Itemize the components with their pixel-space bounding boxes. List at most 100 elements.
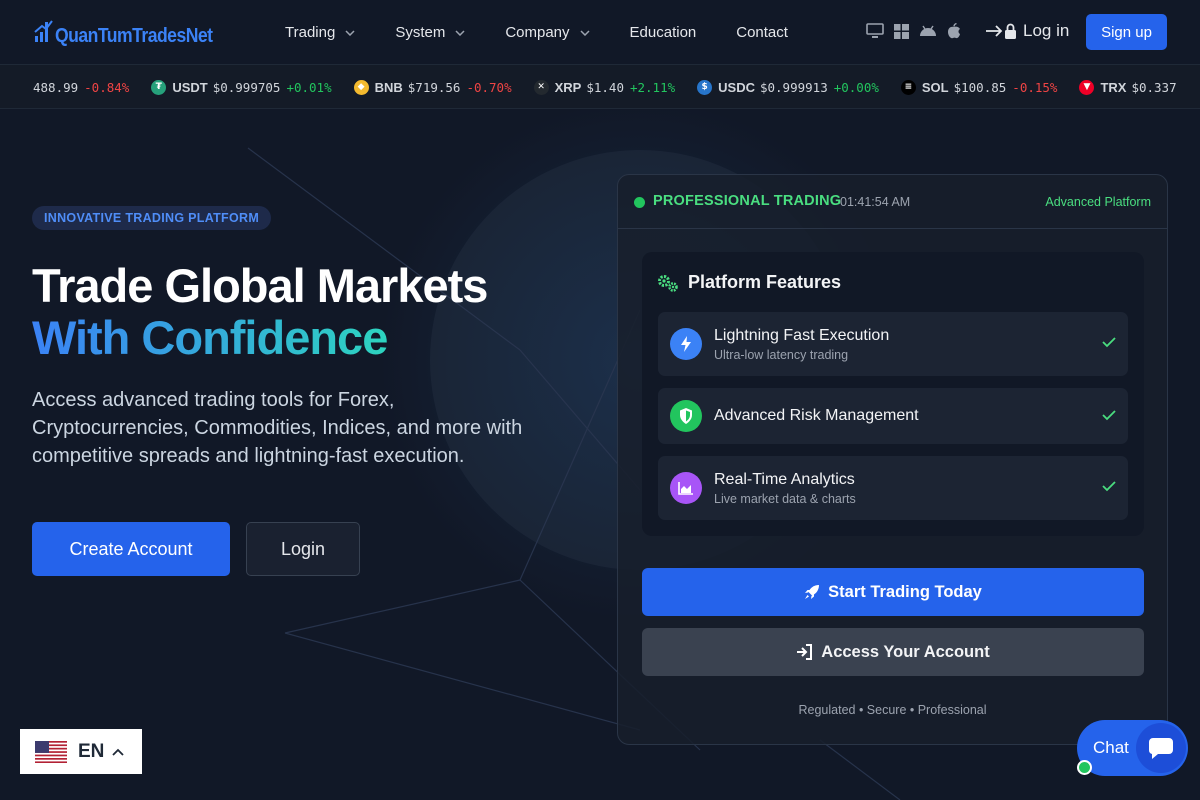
ticker-change: +2.11% (629, 79, 676, 95)
menu-company-label: Company (505, 24, 570, 41)
panel-tag: Advanced Platform (1045, 195, 1151, 209)
logo-mark-icon (34, 20, 53, 42)
ticker-symbol: BNB (374, 79, 403, 95)
ticker-change: +0.00% (833, 79, 879, 95)
ticker-track: 488.99 -0.84% ₮ USDT $0.999705 +0.01% ◆ BNB $719… (33, 65, 1200, 108)
feature-title: Advanced Risk Management (714, 407, 919, 424)
desktop-icon[interactable] (866, 23, 884, 39)
panel-header: PROFESSIONAL TRADING 01:41:54 AM Advance… (618, 175, 1167, 229)
ticker-change: -0.84% (84, 79, 130, 95)
hero-badge: INNOVATIVE TRADING PLATFORM (32, 206, 272, 230)
ticker-price: $1.40 (586, 79, 624, 95)
panel-clock: 01:41:54 AM (840, 195, 911, 209)
hero-title-line2: With Confidence (32, 311, 388, 364)
check-icon (1102, 336, 1116, 348)
shield-icon (670, 400, 702, 432)
feature-item-risk: Advanced Risk Management (658, 388, 1128, 444)
us-flag-icon (35, 740, 67, 763)
features-title-label: Platform Features (688, 272, 842, 292)
feature-item-analytics: Real-Time Analytics Live market data & c… (658, 456, 1128, 520)
top-navbar: QuanTumTradesNet Trading System Company … (0, 0, 1200, 65)
ticker-price: $100.85 (953, 79, 1007, 95)
windows-icon[interactable] (894, 23, 909, 39)
live-status-dot (634, 197, 645, 208)
ticker-change: -0.15% (1012, 79, 1058, 95)
ticker-symbol: XRP (554, 79, 582, 95)
gears-icon (656, 273, 680, 293)
feature-title: Lightning Fast Execution (714, 327, 890, 344)
language-selector[interactable]: EN (20, 729, 142, 774)
ticker-symbol: USDC (718, 79, 755, 95)
ticker-symbol: USDT (172, 79, 208, 95)
menu-education-label: Education (629, 24, 697, 41)
usdc-icon: $ (697, 79, 713, 95)
menu-system[interactable]: System (395, 24, 465, 41)
chevron-down-icon (455, 29, 465, 36)
features-title: Platform Features (656, 272, 841, 293)
ticker-item[interactable]: 488.99 -0.84% (33, 80, 129, 95)
chart-icon (670, 472, 702, 504)
chevron-up-icon (112, 748, 125, 756)
logo-text: QuanTumTradesNet (55, 25, 213, 47)
android-icon[interactable] (919, 24, 937, 38)
ticker-symbol: TRX (1100, 79, 1127, 95)
login-link[interactable]: Log in (985, 21, 1069, 41)
feature-subtitle: Live market data & charts (714, 492, 856, 506)
access-account-button[interactable]: Access Your Account (642, 628, 1144, 676)
hero-title-line1: Trade Global Markets (32, 259, 488, 312)
menu-system-label: System (395, 24, 446, 41)
xrp-icon: ✕ (533, 79, 549, 95)
ticker-item[interactable]: ◆ BNB $719.56 -0.70% (353, 79, 512, 95)
chat-label: Chat (1093, 738, 1129, 757)
ticker-item[interactable]: ✕ XRP $1.40 +2.11% (533, 79, 676, 95)
platform-features-card: Platform Features Lightning Fast Executi… (642, 252, 1144, 536)
online-status-dot (1077, 760, 1092, 775)
chevron-down-icon (580, 29, 590, 36)
menu-trading[interactable]: Trading (285, 24, 355, 41)
menu-education[interactable]: Education (630, 24, 697, 41)
bnb-icon: ◆ (353, 79, 369, 95)
signup-button[interactable]: Sign up (1086, 14, 1167, 50)
ticker-change: +0.01% (286, 79, 332, 95)
panel-status-label: PROFESSIONAL TRADING (653, 193, 842, 209)
login-link-label: Log in (1023, 21, 1070, 40)
tether-icon: ₮ (151, 79, 167, 95)
chat-widget-button[interactable]: Chat (1077, 720, 1188, 776)
menu-company[interactable]: Company (505, 24, 590, 41)
start-trading-label: Start Trading Today (828, 582, 982, 601)
ticker-item[interactable]: ₮ USDT $0.999705 +0.01% (151, 79, 332, 95)
feature-title: Real-Time Analytics (714, 471, 855, 488)
ticker-price: $0.999705 (212, 79, 281, 95)
ticker-change: -0.70% (466, 79, 512, 95)
ticker-item[interactable]: ≡ SOL $100.85 -0.15% (900, 79, 1058, 95)
tron-icon: ▼ (1079, 79, 1095, 95)
trading-panel: PROFESSIONAL TRADING 01:41:54 AM Advance… (617, 174, 1168, 745)
create-account-button[interactable]: Create Account (32, 522, 230, 576)
apple-icon[interactable] (947, 23, 961, 39)
menu-trading-label: Trading (285, 24, 336, 41)
hero-description: Access advanced trading tools for Forex,… (32, 389, 523, 467)
chat-bubble-icon (1136, 723, 1186, 773)
check-icon (1102, 480, 1116, 492)
hero-login-button[interactable]: Login (246, 522, 360, 576)
ticker-item[interactable]: $ USDC $0.999913 +0.00% (697, 79, 879, 95)
feature-subtitle: Ultra-low latency trading (714, 348, 849, 362)
platform-icons (866, 23, 971, 39)
access-account-label: Access Your Account (821, 642, 990, 661)
chevron-down-icon (345, 29, 355, 36)
lightning-icon (670, 328, 702, 360)
main-menu: Trading System Company Education Contact (285, 0, 828, 65)
ticker-price: $0.337 (1131, 79, 1177, 95)
ticker-price: $719.56 (407, 79, 461, 95)
login-arrow-lock-icon (986, 23, 1016, 39)
logo[interactable]: QuanTumTradesNet (34, 16, 234, 46)
rocket-icon (804, 584, 820, 600)
start-trading-button[interactable]: Start Trading Today (642, 568, 1144, 616)
ticker-price: 488.99 (33, 79, 79, 95)
ticker-symbol: SOL (921, 79, 949, 95)
check-icon (1102, 409, 1116, 421)
ticker-item[interactable]: ▼ TRX $0.337 (1079, 79, 1182, 95)
solana-icon: ≡ (900, 79, 916, 95)
ticker-price: $0.999913 (759, 79, 828, 95)
menu-contact[interactable]: Contact (736, 24, 788, 41)
